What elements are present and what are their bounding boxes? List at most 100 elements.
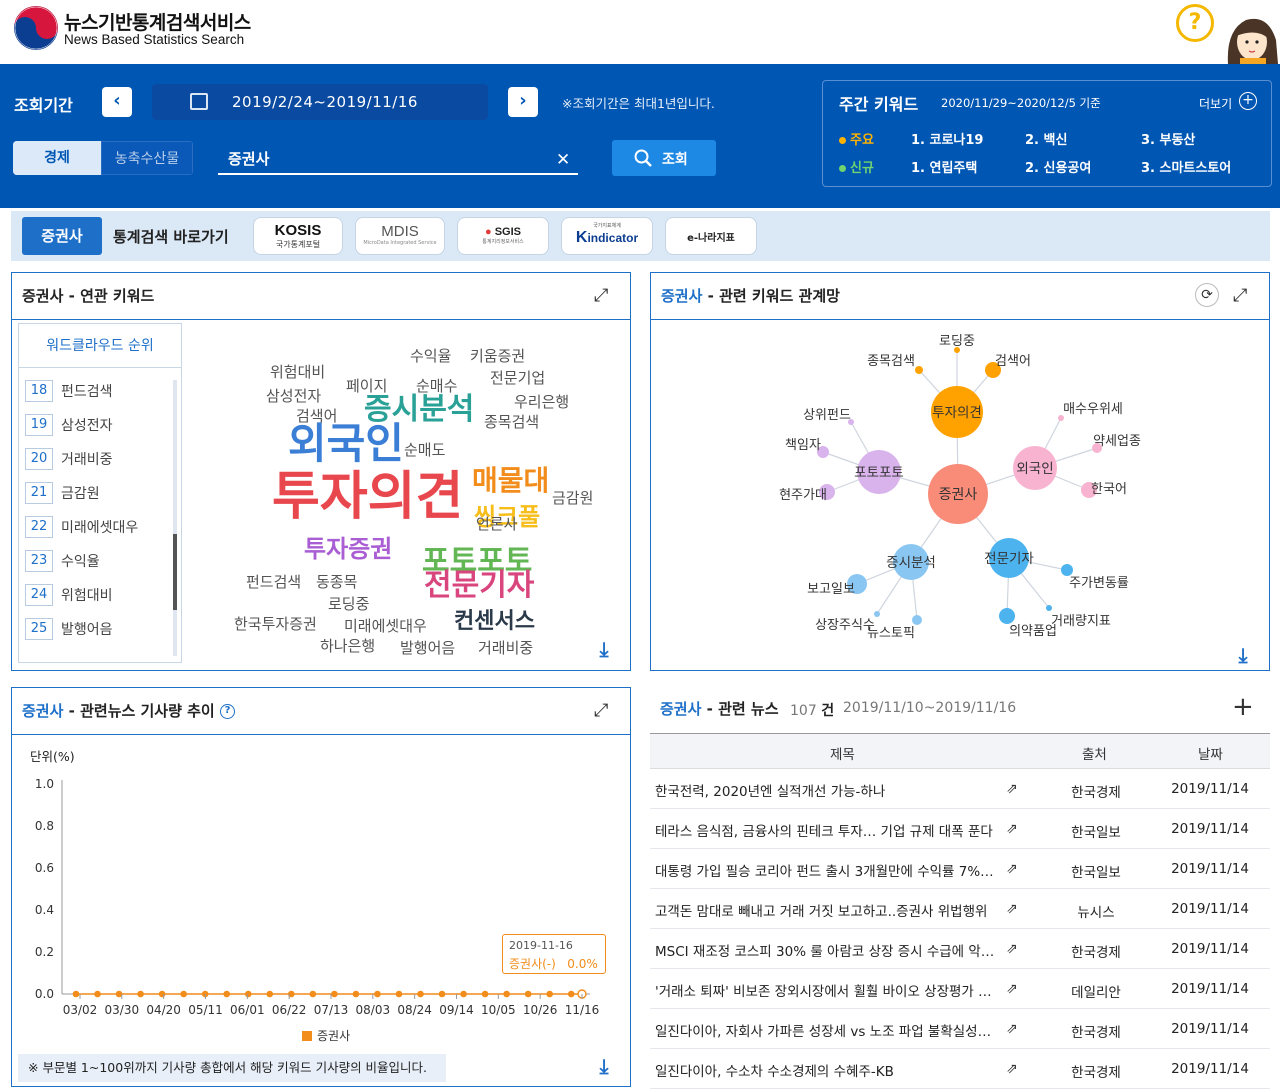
- cloud-word[interactable]: 수익율: [410, 349, 451, 364]
- news-title-link[interactable]: 한국전력, 2020년엔 실적개선 가능-하나: [655, 780, 1001, 800]
- cloud-word[interactable]: 금감원: [552, 491, 593, 506]
- cloud-word[interactable]: 페이지: [346, 379, 387, 394]
- cloud-word[interactable]: 동종목: [316, 575, 357, 590]
- external-link-icon[interactable]: ⇗: [1006, 821, 1022, 837]
- cloud-word[interactable]: 종목검색: [484, 415, 539, 430]
- cloud-word[interactable]: 하나은행: [320, 639, 375, 654]
- rank-row[interactable]: 22 미래에셋대우: [25, 510, 165, 540]
- nara-indicator-link[interactable]: e-나라지표: [665, 217, 757, 255]
- table-row[interactable]: '거래소 퇴짜' 비보존 장외시장에서 휠훨 바이오 상장평가 … ⇗ 데일리안 20…: [650, 969, 1270, 1009]
- rank-row[interactable]: 19 삼성전자: [25, 408, 165, 438]
- clear-icon[interactable]: ✕: [556, 150, 570, 170]
- scrollbar-track[interactable]: [173, 380, 177, 656]
- table-row[interactable]: 고객돈 맘대로 빼내고 거래 거짓 보고하고..증권사 위법행위 ⇗ 뉴시스 2019…: [650, 889, 1270, 929]
- external-link-icon[interactable]: ⇗: [1006, 901, 1022, 917]
- download-icon[interactable]: ⤓: [594, 637, 614, 661]
- news-title-link[interactable]: 일진다이아, 수소차 수소경제의 수혜주-KB: [655, 1060, 1001, 1080]
- cloud-word[interactable]: 한국투자증권: [234, 617, 317, 632]
- external-link-icon[interactable]: ⇗: [1006, 1061, 1022, 1077]
- indicator-link[interactable]: 국가지표체계 Kindicator: [561, 217, 653, 255]
- cloud-word[interactable]: 위험대비: [270, 365, 325, 380]
- date-range-field[interactable]: 2019/2/24~2019/11/16: [152, 84, 488, 120]
- news-title-link[interactable]: MSCI 재조정 코스피 30% 룰 아람코 상장 증시 수급에 악…: [655, 940, 1001, 960]
- news-title-link[interactable]: 고객돈 맘대로 빼내고 거래 거짓 보고하고..증권사 위법행위: [655, 900, 1001, 920]
- table-row[interactable]: 테라스 음식점, 금융사의 핀테크 투자… 기업 규제 대폭 푼다 ⇗ 한국일보 20…: [650, 809, 1270, 849]
- cloud-word[interactable]: 컨센서스: [454, 611, 535, 633]
- table-row[interactable]: MSCI 재조정 코스피 30% 룰 아람코 상장 증시 수급에 악… ⇗ 한국경제…: [650, 929, 1270, 969]
- query-button[interactable]: 조회: [612, 140, 716, 176]
- cloud-word[interactable]: 순매수: [416, 379, 457, 394]
- cloud-word[interactable]: 발행어음: [400, 641, 455, 656]
- external-link-icon[interactable]: ⇗: [1006, 941, 1022, 957]
- tab-agriculture[interactable]: 농축수산물: [101, 141, 193, 175]
- cloud-word[interactable]: 외국인: [288, 423, 404, 465]
- plus-icon[interactable]: +: [1232, 694, 1254, 720]
- new-item[interactable]: 1. 연립주택: [911, 157, 977, 176]
- weekly-more-link[interactable]: 더보기: [1199, 95, 1232, 112]
- new-item[interactable]: 2. 신용공여: [1025, 157, 1091, 176]
- news-title-link[interactable]: 대통령 가입 필승 코리아 펀드 출시 3개월만에 수익률 7%…: [655, 860, 1001, 880]
- scrollbar-thumb[interactable]: [173, 534, 177, 610]
- major-item[interactable]: 2. 백신: [1025, 129, 1067, 148]
- tab-economy[interactable]: 경제: [13, 141, 101, 175]
- cloud-word[interactable]: 거래비중: [478, 641, 533, 656]
- rank-row[interactable]: 23 수익율: [25, 544, 165, 574]
- expand-icon[interactable]: ⤢: [594, 700, 614, 721]
- cloud-word[interactable]: 펀드검색: [246, 575, 301, 590]
- expand-icon[interactable]: ⤢: [1233, 285, 1253, 306]
- news-title-link[interactable]: '거래소 퇴짜' 비보존 장외시장에서 휠훨 바이오 상장평가 …: [655, 980, 1001, 1000]
- kosis-link[interactable]: KOSIS 국가통계포털: [253, 217, 343, 255]
- cloud-word[interactable]: 삼성전자: [266, 389, 321, 404]
- prev-period-button[interactable]: ‹: [102, 87, 132, 117]
- cloud-word[interactable]: 투자증권: [304, 537, 392, 561]
- external-link-icon[interactable]: ⇗: [1006, 781, 1022, 797]
- rank-row[interactable]: 21 금감원: [25, 476, 165, 506]
- network-leaf-node[interactable]: [915, 366, 923, 374]
- network-leaf-node[interactable]: [874, 611, 880, 617]
- major-item[interactable]: 3. 부동산: [1141, 129, 1195, 148]
- external-link-icon[interactable]: ⇗: [1006, 1021, 1022, 1037]
- sgis-link[interactable]: ● SGIS 통계지리정보서비스: [457, 217, 549, 255]
- new-item[interactable]: 3. 스마트스토어: [1141, 157, 1231, 176]
- plus-icon[interactable]: +: [1239, 92, 1257, 110]
- rank-row[interactable]: 20 거래비중: [25, 442, 165, 472]
- download-icon[interactable]: ⤓: [594, 1054, 614, 1078]
- rank-row[interactable]: 25 발행어음: [25, 612, 165, 642]
- table-row[interactable]: 한국전력, 2020년엔 실적개선 가능-하나 ⇗ 한국경제 2019/11/14: [650, 769, 1270, 809]
- external-link-icon[interactable]: ⇗: [1006, 861, 1022, 877]
- keyword-input[interactable]: [218, 144, 578, 175]
- site-title[interactable]: 뉴스기반통계검색서비스: [64, 8, 251, 35]
- network-leaf-node[interactable]: [1046, 605, 1052, 611]
- cloud-word[interactable]: 로딩중: [328, 597, 369, 612]
- major-item[interactable]: 1. 코로나19: [911, 129, 983, 148]
- cloud-word[interactable]: 투자의견: [272, 471, 463, 523]
- cloud-word[interactable]: 미래에셋대우: [344, 619, 427, 634]
- table-row[interactable]: 대통령 가입 필승 코리아 펀드 출시 3개월만에 수익률 7%… ⇗ 한국일보 20…: [650, 849, 1270, 889]
- mdis-link[interactable]: MDIS MicroData Integrated Service: [355, 217, 445, 255]
- cloud-word[interactable]: 전문기업: [490, 371, 545, 386]
- cloud-word[interactable]: 증시분석: [364, 395, 474, 425]
- expand-icon[interactable]: ⤢: [594, 285, 614, 306]
- external-link-icon[interactable]: ⇗: [1006, 981, 1022, 997]
- table-row[interactable]: 일진다이아, 수소차 수소경제의 수혜주-KB ⇗ 한국경제 2019/11/14: [650, 1049, 1270, 1089]
- next-period-button[interactable]: ›: [508, 87, 538, 117]
- rank-row[interactable]: 18 펀드검색: [25, 374, 165, 404]
- cloud-word[interactable]: 전문기자: [424, 571, 534, 601]
- cloud-word[interactable]: 순매도: [404, 443, 445, 458]
- table-row[interactable]: 일진다이아, 자회사 가파른 성장세 vs 노조 파업 불확실성… ⇗ 한국경제 20…: [650, 1009, 1270, 1049]
- help-icon[interactable]: ?: [1176, 4, 1214, 42]
- network-leaf-node[interactable]: [999, 608, 1015, 624]
- cloud-word[interactable]: 매물대: [472, 467, 549, 495]
- news-title-link[interactable]: 일진다이아, 자회사 가파른 성장세 vs 노조 파업 불확실성…: [655, 1020, 1001, 1040]
- cloud-word[interactable]: 키움증권: [470, 349, 525, 364]
- network-leaf-node[interactable]: [1061, 564, 1073, 576]
- cloud-word[interactable]: 우리은행: [514, 395, 569, 410]
- rank-row[interactable]: 24 위험대비: [25, 578, 165, 608]
- news-title-link[interactable]: 테라스 음식점, 금융사의 핀테크 투자… 기업 규제 대폭 푼다: [655, 820, 1001, 840]
- refresh-icon[interactable]: ⟳: [1195, 283, 1219, 307]
- cloud-word[interactable]: 언론사: [476, 517, 517, 532]
- info-icon[interactable]: ?: [219, 704, 235, 719]
- cloud-word[interactable]: 검색어: [296, 409, 337, 424]
- network-leaf-node[interactable]: [912, 615, 922, 625]
- download-icon[interactable]: ⤓: [1233, 643, 1253, 667]
